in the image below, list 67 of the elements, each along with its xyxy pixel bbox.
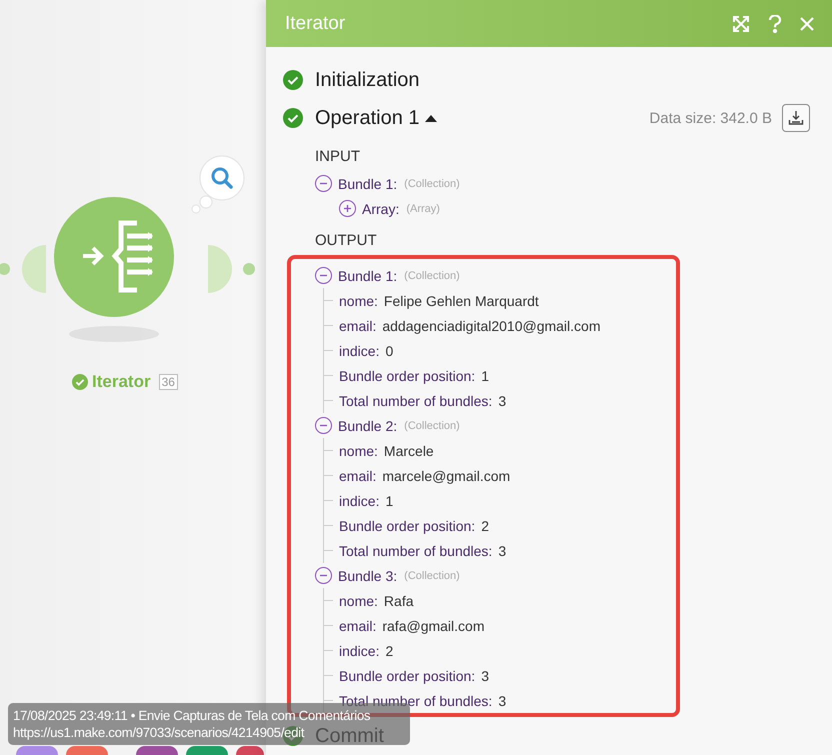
expand-button[interactable] bbox=[339, 200, 356, 217]
plus-icon bbox=[343, 204, 352, 213]
key-label: indice: bbox=[339, 342, 380, 358]
key-label: nome: bbox=[339, 442, 378, 458]
value-text: 0 bbox=[385, 342, 394, 358]
connector-handle bbox=[22, 245, 48, 293]
caret-icon[interactable] bbox=[424, 114, 438, 122]
close-button[interactable] bbox=[800, 16, 814, 30]
section-title: INPUT bbox=[315, 146, 361, 166]
value-text: 3 bbox=[498, 542, 506, 558]
fullscreen-button[interactable] bbox=[732, 14, 750, 32]
key-label: Bundle 1: bbox=[338, 176, 398, 192]
link-dot bbox=[242, 262, 256, 276]
collapse-button[interactable] bbox=[315, 267, 332, 284]
key-label: Bundle order position: bbox=[339, 518, 476, 534]
key-label: Bundle order position: bbox=[339, 668, 476, 684]
tooltip-url: https://us1.make.com/97033/scenarios/4214905/edit bbox=[13, 724, 304, 741]
key-label: nome: bbox=[339, 292, 378, 308]
connector-handle bbox=[206, 245, 232, 293]
value-text: marcele@gmail.com bbox=[382, 468, 510, 484]
value-text: Felipe Gehlen Marquardt bbox=[384, 292, 539, 308]
step-title[interactable]: Operation 1 bbox=[315, 106, 420, 130]
collapse-button[interactable] bbox=[315, 417, 332, 434]
tooltip-text: 17/08/2025 23:49:11 • Envie Capturas de Tela com Comentários bbox=[13, 707, 370, 724]
value-text: 1 bbox=[481, 368, 489, 384]
download-button[interactable] bbox=[782, 104, 810, 132]
value-text: 1 bbox=[385, 492, 394, 508]
help-button[interactable] bbox=[768, 14, 782, 32]
key-label: Bundle 2: bbox=[338, 418, 398, 434]
key-label: email: bbox=[339, 468, 376, 484]
value-text: 2 bbox=[385, 642, 394, 658]
check-icon bbox=[283, 108, 303, 128]
key-label: nome: bbox=[339, 592, 378, 608]
key-label: Total number of bundles: bbox=[339, 692, 492, 708]
value-text: Rafa bbox=[384, 592, 414, 608]
key-label: Bundle 1: bbox=[338, 268, 398, 284]
key-label: email: bbox=[339, 618, 376, 634]
value-text: rafa@gmail.com bbox=[382, 618, 484, 634]
value-text: 3 bbox=[498, 392, 506, 408]
module-name: Iterator bbox=[92, 372, 151, 392]
type-label: (Collection) bbox=[404, 420, 460, 432]
section-title: OUTPUT bbox=[315, 230, 378, 250]
key-label: indice: bbox=[339, 492, 380, 508]
key-label: indice: bbox=[339, 642, 380, 658]
key-label: Total number of bundles: bbox=[339, 542, 492, 558]
panel-title: Iterator bbox=[285, 12, 346, 34]
download-icon bbox=[788, 110, 804, 126]
type-label: (Collection) bbox=[404, 178, 460, 190]
key-label: Total number of bundles: bbox=[339, 392, 492, 408]
key-label: email: bbox=[339, 318, 376, 334]
type-label: (Collection) bbox=[404, 270, 460, 282]
value-text: 3 bbox=[481, 668, 489, 684]
key-label: Array: bbox=[362, 200, 400, 216]
step-title[interactable]: Initialization bbox=[315, 68, 420, 92]
operation-count: 36 bbox=[158, 374, 178, 390]
key-label: Bundle order position: bbox=[339, 368, 476, 384]
type-label: (Array) bbox=[406, 202, 440, 214]
collapse-button[interactable] bbox=[315, 567, 332, 584]
type-label: (Collection) bbox=[404, 570, 460, 582]
value-text: 3 bbox=[498, 692, 506, 708]
check-icon bbox=[283, 70, 303, 90]
collapse-button[interactable] bbox=[315, 175, 332, 192]
key-label: Bundle 3: bbox=[338, 568, 398, 584]
data-size-text: Data size: 342.0 B bbox=[649, 110, 772, 126]
value-text: addagenciadigital2010@gmail.com bbox=[382, 318, 600, 334]
value-text: Marcele bbox=[384, 442, 434, 458]
value-text: 2 bbox=[481, 518, 489, 534]
